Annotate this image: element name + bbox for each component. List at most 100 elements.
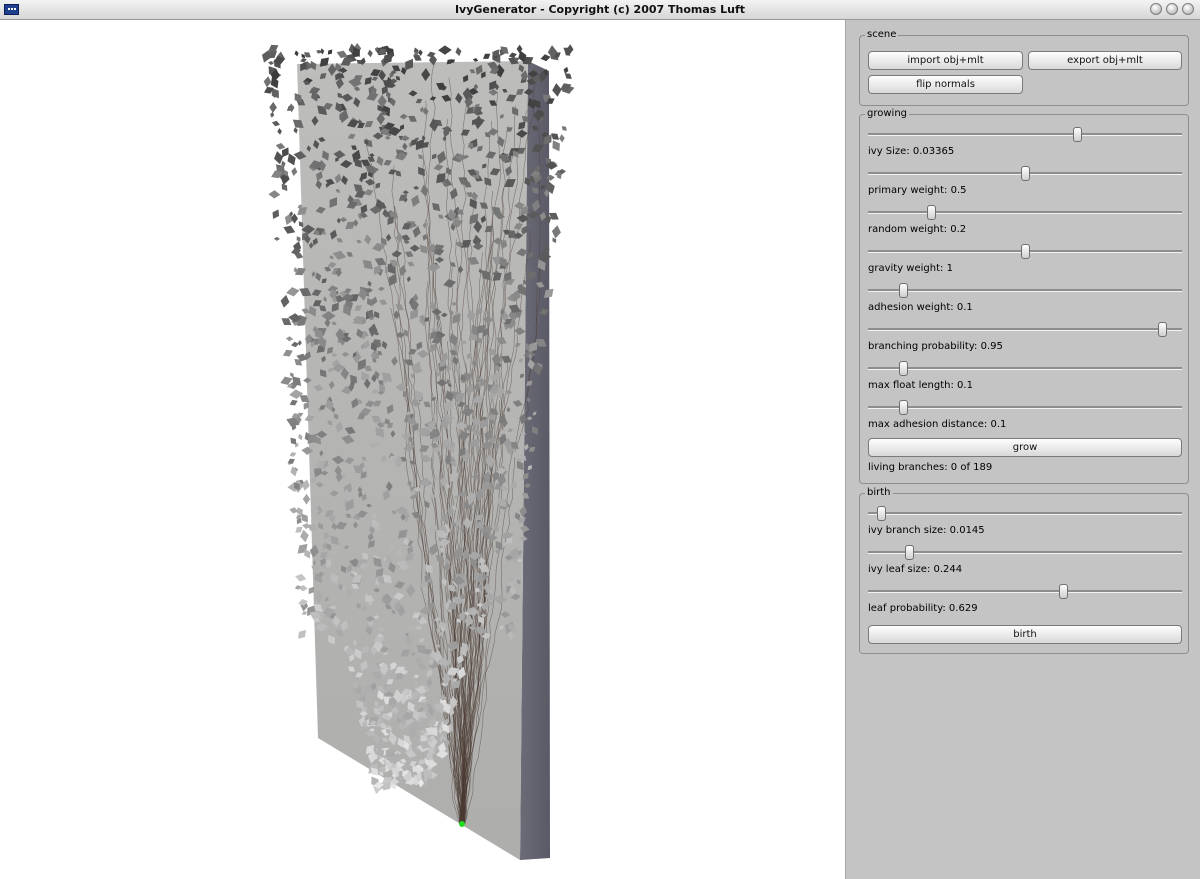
- ivy-leaf: [288, 103, 295, 113]
- ivy-leaf: [268, 190, 281, 199]
- ivy-leaf: [552, 237, 557, 243]
- slider-groove[interactable]: [868, 406, 1182, 409]
- slider-handle[interactable]: [898, 361, 908, 376]
- ivy-leaf: [294, 50, 299, 57]
- slider-groove[interactable]: [868, 590, 1182, 593]
- ivy-leaf: [273, 236, 280, 241]
- flip-normals-button[interactable]: flip normals: [868, 75, 1023, 94]
- ivy-leaf: [559, 134, 565, 143]
- slider-groove[interactable]: [868, 367, 1182, 370]
- slider-groove[interactable]: [868, 133, 1182, 136]
- growing-slider-1[interactable]: [868, 166, 1182, 181]
- ivy-leaf: [383, 53, 393, 64]
- window-title: IvyGenerator - Copyright (c) 2007 Thomas…: [454, 3, 746, 16]
- ivy-leaf: [281, 318, 292, 326]
- ivy-leaf: [271, 88, 279, 99]
- ivy-leaf: [268, 61, 274, 65]
- ivy-leaf: [290, 437, 297, 445]
- growing-slider-5[interactable]: [868, 322, 1182, 337]
- ivy-leaf: [282, 349, 293, 357]
- ivy-leaf: [564, 73, 572, 79]
- ivy-leaf: [287, 458, 295, 464]
- ivy-leaf: [472, 58, 479, 62]
- ivy-leaf: [308, 586, 315, 595]
- growing-slider-7[interactable]: [868, 400, 1182, 415]
- birth-slider-1[interactable]: [868, 545, 1182, 560]
- ivy-leaf: [286, 287, 300, 297]
- ivy-leaf: [290, 466, 298, 477]
- ivy-leaf: [295, 526, 303, 533]
- slider-handle[interactable]: [876, 506, 886, 521]
- slider-handle[interactable]: [1058, 584, 1068, 599]
- slider-handle[interactable]: [1021, 244, 1030, 259]
- slider-handle[interactable]: [904, 545, 914, 560]
- slider-groove[interactable]: [868, 551, 1182, 554]
- ivy-leaf: [289, 452, 297, 457]
- slider-groove[interactable]: [868, 211, 1182, 214]
- slider-handle[interactable]: [898, 400, 908, 415]
- growing-slider-label-3: gravity weight: 1: [868, 263, 953, 274]
- growing-slider-4[interactable]: [868, 283, 1182, 298]
- ivy-leaf: [301, 479, 310, 491]
- growing-slider-label-6: max float length: 0.1: [868, 380, 973, 391]
- ivy-leaf: [277, 128, 282, 135]
- growing-slider-3[interactable]: [868, 244, 1182, 259]
- ivy-leaf: [287, 153, 296, 166]
- close-button[interactable]: [1182, 3, 1194, 15]
- growing-group-title: growing: [865, 108, 909, 119]
- growing-slider-2[interactable]: [868, 205, 1182, 220]
- ivy-wall-render: [262, 42, 575, 860]
- ivy-leaf: [438, 45, 452, 55]
- ivy-leaf: [301, 513, 308, 523]
- growing-slider-6[interactable]: [868, 361, 1182, 376]
- ivy-leaf: [295, 573, 307, 582]
- ivy-leaf: [301, 611, 308, 615]
- slider-handle[interactable]: [1157, 322, 1167, 337]
- birth-group: birth birth ivy branch size: 0.0145 ivy l…: [859, 487, 1189, 654]
- birth-slider-label-1: ivy leaf size: 0.244: [868, 564, 963, 575]
- 3d-viewport[interactable]: [0, 20, 845, 879]
- ivy-leaf: [563, 66, 569, 74]
- slider-groove[interactable]: [868, 289, 1182, 292]
- ivy-leaf: [281, 183, 288, 191]
- import-obj-button[interactable]: import obj+mlt: [868, 51, 1023, 70]
- ivy-leaf: [283, 225, 296, 234]
- grow-button[interactable]: grow: [868, 438, 1182, 457]
- slider-handle[interactable]: [926, 205, 936, 220]
- ivy-leaf: [263, 76, 272, 88]
- ivy-leaf: [483, 53, 491, 59]
- growing-slider-label-1: primary weight: 0.5: [868, 185, 967, 196]
- ivy-leaf: [289, 399, 298, 406]
- growing-slider-label-0: ivy Size: 0.03365: [868, 146, 955, 157]
- ivy-leaf: [455, 47, 462, 57]
- ivy-leaf: [296, 236, 301, 242]
- slider-handle[interactable]: [1072, 127, 1082, 142]
- slider-handle[interactable]: [898, 283, 908, 298]
- maximize-button[interactable]: [1166, 3, 1178, 15]
- ivy-leaf: [297, 340, 302, 346]
- birth-slider-2[interactable]: [868, 584, 1182, 599]
- ivy-leaf: [282, 147, 289, 158]
- ivy-leaf: [413, 54, 422, 61]
- export-obj-button[interactable]: export obj+mlt: [1028, 51, 1182, 70]
- ivy-leaf: [291, 341, 299, 348]
- title-bar: IvyGenerator - Copyright (c) 2007 Thomas…: [0, 0, 1200, 20]
- control-panel: scene import obj+mlt export obj+mlt flip…: [845, 20, 1200, 879]
- ivy-leaf: [289, 507, 299, 514]
- scene-group: scene import obj+mlt export obj+mlt flip…: [859, 29, 1189, 106]
- ivy-leaf: [300, 529, 309, 543]
- scene-group-title: scene: [865, 29, 899, 40]
- minimize-button[interactable]: [1150, 3, 1162, 15]
- ivy-leaf: [551, 133, 559, 140]
- ivy-leaf: [561, 126, 567, 131]
- ivy-leaf: [540, 54, 551, 62]
- ivy-leaf: [271, 120, 280, 127]
- slider-groove[interactable]: [868, 512, 1182, 515]
- slider-groove[interactable]: [868, 328, 1182, 331]
- ivy-leaf: [274, 151, 284, 165]
- growing-slider-label-5: branching probability: 0.95: [868, 341, 1003, 352]
- birth-slider-0[interactable]: [868, 506, 1182, 521]
- growing-slider-0[interactable]: [868, 127, 1182, 142]
- slider-handle[interactable]: [1021, 166, 1030, 181]
- birth-button[interactable]: birth: [868, 625, 1182, 644]
